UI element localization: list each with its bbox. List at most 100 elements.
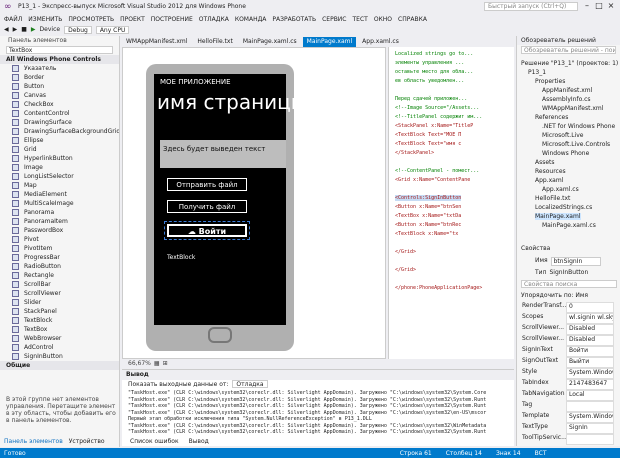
toolbox-item[interactable]: Map (0, 181, 119, 190)
forward-icon[interactable]: ▶ (13, 26, 18, 33)
tree-node[interactable]: AppManifest.xml (542, 87, 592, 94)
menu-item[interactable]: ОКНО (374, 16, 392, 23)
toolbox-item[interactable]: Slider (0, 298, 119, 307)
tree-node[interactable]: Microsoft.Live.Controls (542, 141, 610, 148)
menu-item[interactable]: ПОСТРОЕНИЕ (151, 16, 193, 23)
doc-tab[interactable]: App.xaml.cs (358, 37, 403, 47)
tree-node[interactable]: Assets (535, 159, 555, 166)
tree-node[interactable]: WMAppManifest.xml (542, 105, 603, 112)
get-file-button[interactable]: Получить файл (167, 200, 247, 213)
property-value[interactable]: Disabled (566, 335, 614, 346)
toolbox-item[interactable]: Rectangle (0, 271, 119, 280)
menu-item[interactable]: ИЗМЕНИТЬ (28, 16, 62, 23)
platform-select[interactable]: Any CPU (95, 25, 130, 34)
output-tab[interactable]: Вывод (189, 438, 209, 445)
property-value[interactable]: System.Window (566, 368, 614, 379)
toolbox-item[interactable]: ProgressBar (0, 253, 119, 262)
tree-node[interactable]: App.xaml (535, 177, 563, 184)
toolbox-item[interactable]: PasswordBox (0, 226, 119, 235)
tree-node[interactable]: Решение "P13_1" (проектов: 1) (521, 60, 618, 67)
maximize-icon[interactable]: □ (594, 1, 604, 11)
send-file-button[interactable]: Отправить файл (167, 178, 247, 191)
xaml-editor[interactable]: Localized strings go to... элементы управ… (388, 47, 514, 359)
toolbox-section-general[interactable]: Общие (0, 361, 119, 370)
tree-node[interactable]: LocalizedStrings.cs (535, 204, 592, 211)
toolbox-item[interactable]: PivotItem (0, 244, 119, 253)
menu-item[interactable]: ПРОЕКТ (120, 16, 145, 23)
output-source-select[interactable]: Отладка (232, 380, 268, 388)
toolbox-item[interactable]: MultiScaleImage (0, 199, 119, 208)
explorer-search-input[interactable]: Обозреватель решений - поиск (Ctrl+;) (521, 46, 616, 54)
property-value[interactable]: SignIn (566, 423, 614, 434)
toolbox-search-input[interactable]: TextBox (6, 46, 113, 54)
toolbox-item[interactable]: DrawingSurface (0, 118, 119, 127)
doc-tab[interactable]: WMAppManifest.xml (122, 37, 192, 47)
config-select[interactable]: Debug (64, 25, 92, 34)
tree-node[interactable]: Microsoft.Live (542, 132, 583, 139)
toolbox-item[interactable]: AdControl (0, 343, 119, 352)
toolbox-item[interactable]: TextBox (0, 325, 119, 334)
toolbox-item[interactable]: PanoramaItem (0, 217, 119, 226)
minimize-icon[interactable]: – (582, 1, 592, 11)
tree-node[interactable]: App.xaml.cs (542, 186, 579, 193)
tree-node[interactable]: Properties (535, 78, 565, 85)
menu-item[interactable]: СПРАВКА (398, 16, 427, 23)
property-value[interactable] (566, 434, 614, 445)
toolbox-item[interactable]: CheckBox (0, 100, 119, 109)
tree-node[interactable]: P13_1 (528, 69, 546, 76)
zoom-level[interactable]: 66,67% (128, 360, 151, 367)
name-field[interactable]: btnSignIn (550, 257, 601, 266)
toolbox-item[interactable]: Указатель (0, 64, 119, 73)
menu-item[interactable]: ОТЛАДКА (199, 16, 229, 23)
quick-launch-input[interactable]: Быстрый запуск (Ctrl+Q) (484, 2, 578, 11)
toolbox-item[interactable]: SignInButton (0, 352, 119, 361)
menu-item[interactable]: ТЕСТ (353, 16, 368, 23)
device-select[interactable]: Device (40, 26, 61, 33)
tree-node[interactable]: Resources (535, 168, 566, 175)
menu-item[interactable]: РАЗРАБОТАТЬ (272, 16, 316, 23)
toolbox-item[interactable]: WebBrowser (0, 334, 119, 343)
toolbox-item[interactable]: Panorama (0, 208, 119, 217)
grid-icon[interactable]: ▦ (154, 360, 160, 367)
property-value[interactable]: Выйти (566, 357, 614, 368)
toolbox-item[interactable]: ContentControl (0, 109, 119, 118)
output-tab[interactable]: Список ошибок (130, 438, 179, 445)
toolbox-item[interactable]: StackPanel (0, 307, 119, 316)
toolbox-item[interactable]: Grid (0, 145, 119, 154)
tree-node[interactable]: AssemblyInfo.cs (542, 96, 591, 103)
sort-by[interactable]: Упорядочить по: Имя (521, 292, 588, 299)
toolbox-item[interactable]: Pivot (0, 235, 119, 244)
tree-node[interactable]: References (535, 114, 568, 121)
close-icon[interactable]: × (606, 1, 616, 11)
toolbox-item[interactable]: LongListSelector (0, 172, 119, 181)
toolbox-item[interactable]: Image (0, 163, 119, 172)
toolbox-item[interactable]: ScrollBar (0, 280, 119, 289)
back-icon[interactable]: ◀ (4, 26, 9, 33)
tree-node[interactable]: MainPage.xaml.cs (542, 222, 596, 229)
tree-node[interactable]: Windows Phone (542, 150, 589, 157)
tree-node[interactable]: HelloFile.txt (535, 195, 570, 202)
property-value[interactable] (566, 401, 614, 412)
toolbox-item[interactable]: ScrollViewer (0, 289, 119, 298)
property-value[interactable]: wl.signin wl.skydr (566, 313, 614, 324)
toolbox-item[interactable]: DrawingSurfaceBackgroundGrid (0, 127, 119, 136)
toolbox-tab[interactable]: Устройство (69, 438, 105, 445)
property-value[interactable]: Disabled (566, 324, 614, 335)
save-icon[interactable]: ■ (21, 26, 27, 33)
run-icon[interactable]: ▶ (31, 26, 36, 33)
toolbox-item[interactable]: Ellipse (0, 136, 119, 145)
snap-icon[interactable]: ⊞ (163, 360, 168, 367)
toolbox-item[interactable]: Canvas (0, 91, 119, 100)
menu-item[interactable]: КОМАНДА (235, 16, 267, 23)
property-value[interactable]: Войти (566, 346, 614, 357)
doc-tab[interactable]: MainPage.xaml.cs (238, 37, 301, 47)
toolbox-item[interactable]: HyperlinkButton (0, 154, 119, 163)
tree-node[interactable]: .NET for Windows Phone (542, 123, 615, 130)
property-value[interactable]: System.Window (566, 412, 614, 423)
toolbox-item[interactable]: Border (0, 73, 119, 82)
toolbox-tab[interactable]: Панель элементов (4, 438, 63, 445)
menu-item[interactable]: СЕРВИС (322, 16, 346, 23)
tree-node[interactable]: MainPage.xaml (535, 213, 581, 220)
toolbox-item[interactable]: Button (0, 82, 119, 91)
property-value[interactable]: Local (566, 390, 614, 401)
